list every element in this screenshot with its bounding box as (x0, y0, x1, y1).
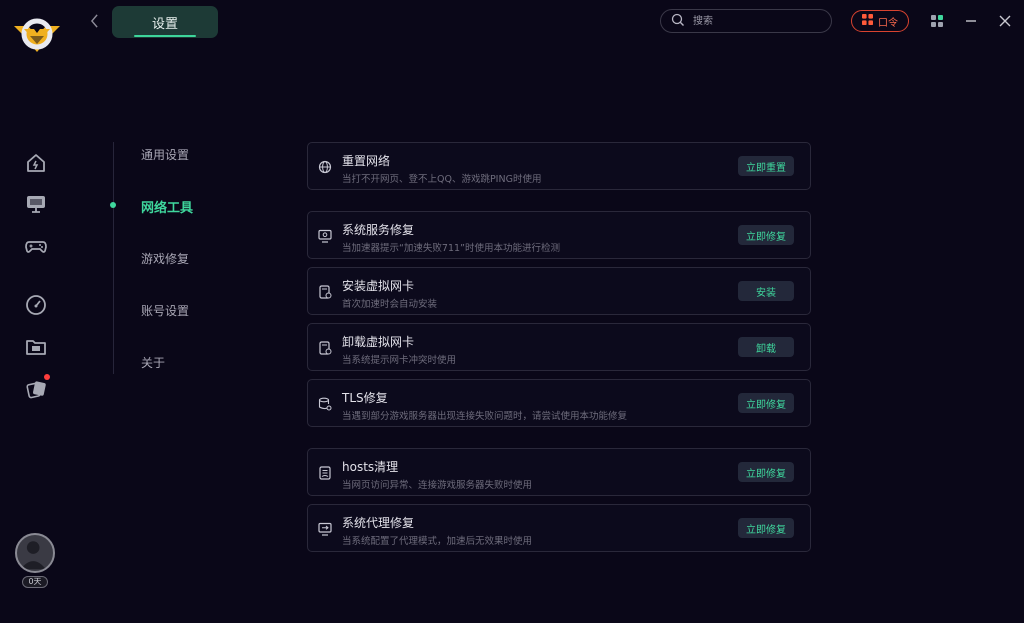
tab-settings-label: 设置 (151, 16, 178, 32)
tool-card-hosts-cleanup: hosts清理 当网页访问异常、连接游戏服务器失败时使用 立即修复 (307, 448, 811, 496)
tab-settings[interactable]: 设置 (112, 6, 218, 38)
app-logo (12, 12, 62, 56)
command-logo-icon (862, 14, 873, 28)
tool-card-reset-network: 重置网络 当打不开网页、登不上QQ、游戏跳PING时使用 立即重置 (307, 142, 811, 190)
nav-item-account[interactable]: 账号设置 (141, 302, 189, 319)
apps-grid-icon[interactable] (926, 10, 948, 32)
hosts-cleanup-button[interactable]: 立即修复 (738, 462, 794, 482)
tls-repair-button[interactable]: 立即修复 (738, 393, 794, 413)
reset-network-button[interactable]: 立即重置 (738, 156, 794, 176)
nav-divider (113, 142, 114, 374)
monitor-gear-icon (318, 228, 332, 243)
nav-item-network-tools[interactable]: 网络工具 (141, 197, 193, 216)
tool-title: TLS修复 (342, 391, 388, 405)
globe-icon (318, 159, 332, 174)
notification-badge (44, 374, 50, 380)
tool-description: 当系统配置了代理模式，加速后无效果时使用 (342, 536, 533, 547)
proxy-repair-button[interactable]: 立即修复 (738, 518, 794, 538)
tool-title: 卸载虚拟网卡 (342, 335, 415, 349)
avatar (15, 533, 55, 573)
network-card-icon (318, 340, 332, 355)
tool-card-install-adapter: 安装虚拟网卡 首次加速时会自动安装 安装 (307, 267, 811, 315)
nav-item-general[interactable]: 通用设置 (141, 146, 189, 163)
tool-description: 当系统提示网卡冲突时使用 (342, 355, 457, 366)
command-label: 口令 (878, 17, 898, 29)
tool-description: 当打不开网页、登不上QQ、游戏跳PING时使用 (342, 174, 542, 185)
tab-underline (134, 35, 196, 37)
home-icon[interactable] (24, 151, 48, 175)
close-icon[interactable] (994, 10, 1016, 32)
tool-title: 重置网络 (342, 154, 391, 168)
tool-card-uninstall-adapter: 卸载虚拟网卡 当系统提示网卡冲突时使用 卸载 (307, 323, 811, 371)
tool-title: hosts清理 (342, 460, 399, 474)
command-button[interactable]: 口令 (851, 10, 909, 32)
search-input[interactable] (691, 14, 825, 28)
tool-title: 系统代理修复 (342, 516, 415, 530)
monitor-proxy-icon (318, 521, 332, 536)
nav-item-about[interactable]: 关于 (141, 354, 165, 371)
system-service-repair-button[interactable]: 立即修复 (738, 225, 794, 245)
nav-active-indicator (110, 202, 116, 208)
tool-title: 安装虚拟网卡 (342, 279, 415, 293)
membership-days: 0天 (22, 576, 48, 588)
nav-item-game-repair[interactable]: 游戏修复 (141, 250, 189, 267)
tool-card-system-service-repair: 系统服务修复 当加速器提示“加速失败711”时使用本功能进行检测 立即修复 (307, 211, 811, 259)
network-card-icon (318, 284, 332, 299)
gift-cards-icon[interactable] (24, 374, 50, 401)
tool-card-proxy-repair: 系统代理修复 当系统配置了代理模式，加速后无效果时使用 立即修复 (307, 504, 811, 552)
document-refresh-icon (318, 465, 332, 480)
tool-title: 系统服务修复 (342, 223, 415, 237)
uninstall-adapter-button[interactable]: 卸载 (738, 337, 794, 357)
gamepad-icon[interactable] (24, 234, 48, 258)
folder-icon[interactable] (24, 335, 48, 359)
speedometer-icon[interactable] (24, 293, 48, 317)
tool-description: 首次加速时会自动安装 (342, 299, 438, 310)
tool-card-tls-repair: TLS修复 当遇到部分游戏服务器出现连接失败问题时，请尝试使用本功能修复 立即修… (307, 379, 811, 427)
minimize-icon[interactable] (960, 10, 982, 32)
tool-description: 当网页访问异常、连接游戏服务器失败时使用 (342, 480, 533, 491)
monitor-icon[interactable] (24, 192, 48, 216)
tool-description: 当加速器提示“加速失败711”时使用本功能进行检测 (342, 243, 560, 254)
tool-description: 当遇到部分游戏服务器出现连接失败问题时，请尝试使用本功能修复 (342, 411, 628, 422)
database-gear-icon (318, 396, 332, 411)
chevron-left-icon[interactable] (84, 10, 104, 32)
install-adapter-button[interactable]: 安装 (738, 281, 794, 301)
search-icon (671, 12, 685, 31)
user-avatar-widget[interactable]: 0天 (12, 530, 60, 590)
search-box[interactable] (660, 9, 832, 33)
